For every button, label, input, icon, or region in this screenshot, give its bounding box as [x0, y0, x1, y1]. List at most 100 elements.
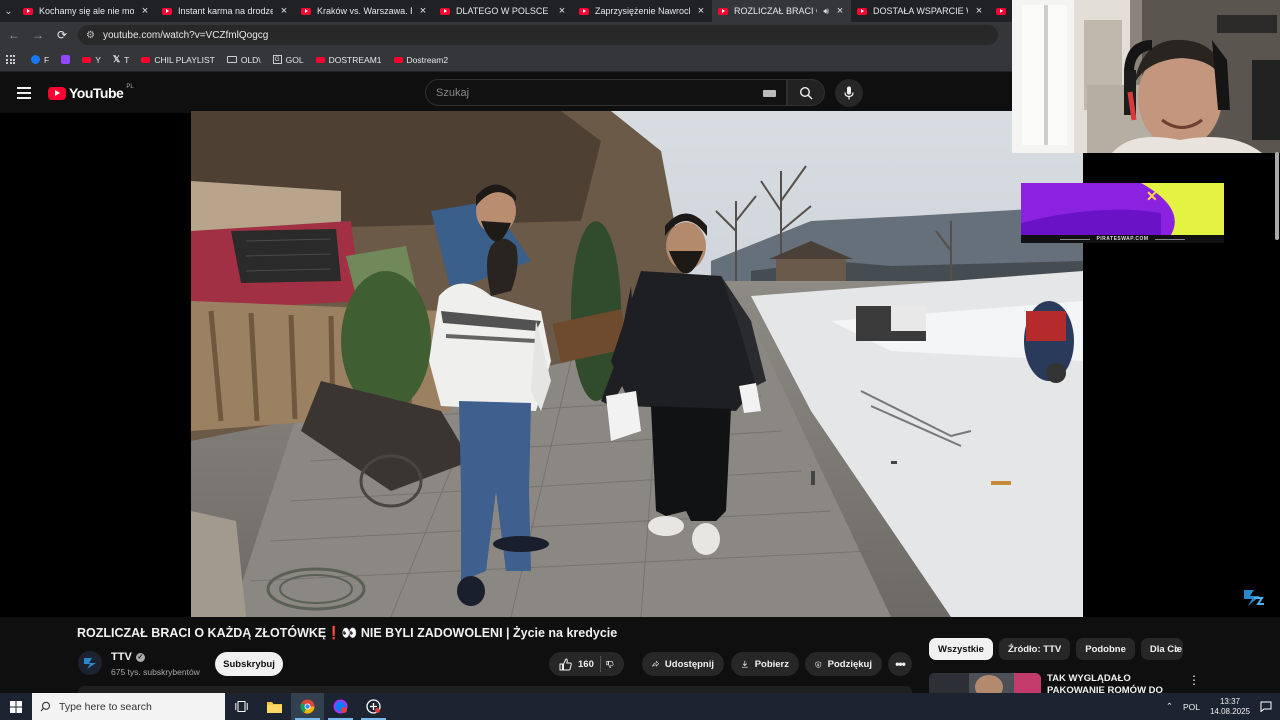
bookmark-folder[interactable]: OLD\	[226, 54, 261, 65]
channel-name[interactable]: TTV	[111, 651, 132, 663]
bookmark-item[interactable]: F	[31, 55, 49, 65]
thumbnail-image	[929, 673, 1041, 693]
chip-all[interactable]: Wszystkie	[929, 638, 993, 660]
bookmark-item[interactable]	[61, 55, 71, 64]
channel-avatar[interactable]	[78, 651, 102, 675]
apps-grid-icon[interactable]	[6, 55, 15, 64]
channel-name-row[interactable]: TTV ✓	[111, 651, 145, 663]
recommendation-filter-chips: Wszystkie Źródło: TTV Podobne Dla Cie	[929, 638, 1183, 660]
download-button[interactable]: Pobierz	[731, 652, 799, 676]
bookmark-item[interactable]: G GOL	[272, 55, 304, 65]
description-box-edge[interactable]	[78, 686, 912, 693]
chip-source-channel[interactable]: Źródło: TTV	[998, 638, 1071, 660]
sponsor-ad-banner[interactable]: ✕ PIRATESWAP.COM	[1021, 183, 1224, 243]
bookmark-item[interactable]: 𝕏T	[113, 54, 129, 65]
youtube-logo[interactable]: YouTube PL	[48, 84, 134, 101]
chip-related[interactable]: Podobne	[1076, 638, 1135, 660]
youtube-icon	[315, 56, 325, 63]
back-arrow-icon[interactable]: ←	[2, 28, 26, 42]
page-scrollbar[interactable]	[1274, 152, 1280, 242]
messenger-taskbar-button[interactable]	[324, 693, 357, 720]
voice-search-button[interactable]	[835, 79, 863, 107]
clock[interactable]: 13:37 14.08.2025	[1210, 697, 1250, 717]
share-button[interactable]: Udostępnij	[642, 652, 724, 676]
download-icon	[741, 660, 748, 668]
app-taskbar-button[interactable]	[357, 693, 390, 720]
keyboard-icon[interactable]	[763, 90, 776, 97]
subscriber-count: 675 tys. subskrybentów	[111, 667, 200, 677]
bookmark-label: OLD\	[240, 54, 261, 65]
tab-search-chevron-icon[interactable]: ⌄	[0, 0, 17, 22]
browser-tab[interactable]: Instant karma na drodze ×	[156, 0, 295, 22]
search-button[interactable]	[787, 79, 825, 106]
browser-tab[interactable]: Kraków vs. Warszawa. Róż ×	[295, 0, 434, 22]
recommended-video-title[interactable]: TAK WYGLĄDAŁO PAKOWANIE ROMÓW DO PRACY Z…	[1047, 673, 1182, 693]
recommended-video-thumbnail[interactable]	[929, 673, 1041, 693]
close-tab-icon[interactable]: ×	[974, 5, 984, 17]
browser-tab[interactable]: DOSTAŁA WSPARCIE W P ×	[851, 0, 990, 22]
like-button[interactable]: 160	[559, 657, 594, 671]
search-input[interactable]: Szukaj	[425, 79, 787, 106]
thanks-button[interactable]: $ Podziękuj	[805, 652, 882, 676]
thumbs-down-icon[interactable]	[606, 658, 614, 671]
search-icon	[40, 701, 51, 712]
browser-tab[interactable]: Zaprzysiężenie Nawrockie ×	[573, 0, 712, 22]
language-indicator[interactable]: POL	[1183, 702, 1200, 712]
close-tab-icon[interactable]: ×	[557, 5, 567, 17]
bookmark-label: T	[124, 54, 130, 65]
tab-title: Kochamy się ale nie może	[39, 6, 134, 16]
chrome-icon	[300, 699, 315, 714]
folder-icon	[226, 56, 237, 63]
task-view-button[interactable]	[225, 693, 258, 720]
file-explorer-button[interactable]	[258, 693, 291, 720]
bookmark-label: F	[44, 54, 50, 65]
task-view-icon	[235, 701, 248, 712]
tab-title: ROZLICZAŁ BRACI O K	[734, 6, 817, 16]
notifications-icon[interactable]	[1260, 701, 1272, 712]
youtube-header: YouTube PL Szukaj	[0, 73, 1012, 113]
g-icon: G	[272, 55, 282, 64]
browser-tab-partial[interactable]	[990, 0, 1012, 22]
close-tab-icon[interactable]: ×	[418, 5, 428, 17]
reload-icon[interactable]: ⟳	[50, 28, 74, 42]
taskbar-search-input[interactable]: Type here to search	[32, 693, 225, 720]
webcam-image	[1012, 0, 1280, 153]
url-input[interactable]: ⚙︎ youtube.com/watch?v=VCZfmlQogcg	[78, 25, 998, 45]
country-code: PL	[126, 84, 134, 90]
tab-title: Kraków vs. Warszawa. Róż	[317, 6, 412, 16]
speaker-icon[interactable]: 🔊︎	[823, 6, 829, 17]
bookmark-item[interactable]: CHIL PLAYLIST	[141, 55, 215, 65]
svg-text:✕: ✕	[1146, 188, 1158, 204]
chevron-up-icon[interactable]: ⌃	[1166, 701, 1173, 712]
browser-tab[interactable]: Kochamy się ale nie może ×	[17, 0, 156, 22]
facebook-icon	[31, 55, 40, 64]
bookmark-item[interactable]: Dostream2	[393, 54, 449, 65]
bookmark-item[interactable]: DOSTREAM1	[315, 55, 382, 65]
channel-watermark-icon[interactable]	[1240, 584, 1266, 610]
chevron-right-icon[interactable]: ›	[1175, 641, 1179, 656]
start-button[interactable]	[0, 693, 32, 720]
bookmark-label: Dostream2	[406, 54, 449, 65]
more-actions-button[interactable]: •••	[888, 652, 912, 676]
chrome-taskbar-button[interactable]	[291, 693, 324, 720]
youtube-favicon-icon	[718, 7, 728, 15]
subscribe-button[interactable]: Subskrybuj	[215, 652, 283, 676]
browser-tab-active[interactable]: ROZLICZAŁ BRACI O K 🔊︎ ×	[712, 0, 851, 22]
like-dislike-group: 160	[549, 652, 624, 676]
video-frame-image	[191, 111, 1083, 617]
forward-arrow-icon[interactable]: →	[26, 28, 50, 42]
close-tab-icon[interactable]: ×	[140, 5, 150, 17]
close-tab-icon[interactable]: ×	[279, 5, 289, 17]
menu-hamburger-icon[interactable]	[17, 87, 31, 102]
thanks-dollar-icon: $	[815, 660, 822, 668]
browser-tab[interactable]: DLATEGO W POLSCE NIC ×	[434, 0, 573, 22]
close-tab-icon[interactable]: ×	[835, 5, 845, 17]
close-tab-icon[interactable]: ×	[696, 5, 706, 17]
search-placeholder: Szukaj	[436, 86, 470, 99]
site-settings-icon[interactable]: ⚙︎	[86, 30, 95, 41]
video-player[interactable]	[191, 111, 1083, 617]
youtube-favicon-icon	[440, 7, 450, 15]
app-icon	[366, 699, 381, 714]
bookmark-item[interactable]: Y	[82, 55, 101, 65]
more-vertical-icon[interactable]: ⋮	[1188, 673, 1200, 687]
